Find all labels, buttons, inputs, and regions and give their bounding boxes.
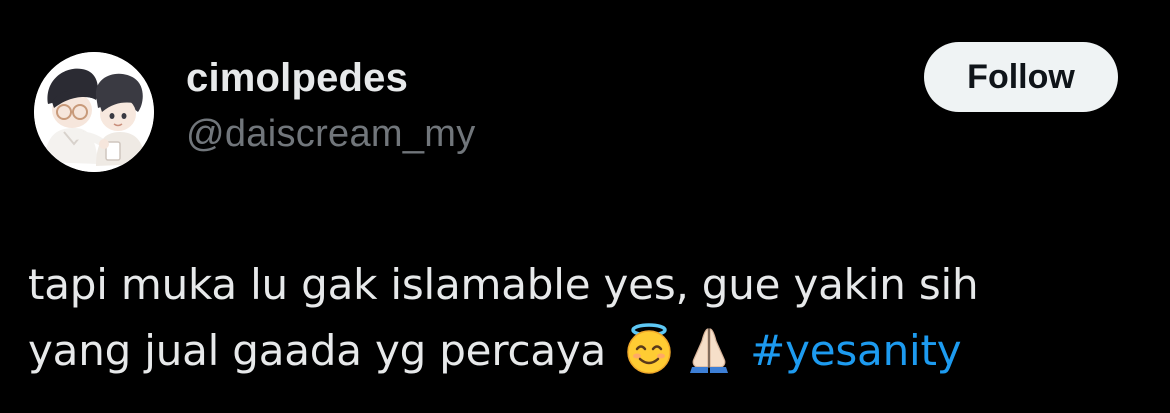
avatar[interactable]: [34, 52, 154, 172]
tweet-text: tapi muka lu gak islamable yes, gue yaki…: [28, 252, 1138, 384]
follow-button[interactable]: Follow: [924, 42, 1118, 112]
display-name[interactable]: cimolpedes: [186, 56, 408, 100]
hashtag-link[interactable]: #yesanity: [750, 326, 962, 375]
smiling-face-with-halo-icon: [622, 321, 676, 375]
avatar-illustration-icon: [34, 52, 154, 172]
tweet-card: cimolpedes @daiscream_my Follow tapi muk…: [0, 0, 1170, 413]
folded-hands-icon: [682, 321, 736, 375]
tweet-text-line-2-text: yang jual gaada yg percaya: [28, 326, 607, 375]
tweet-text-line-1: tapi muka lu gak islamable yes, gue yaki…: [28, 260, 979, 309]
tweet-text-line-2: yang jual gaada yg percaya #yesanity: [28, 318, 1138, 384]
user-handle[interactable]: @daiscream_my: [186, 112, 476, 156]
